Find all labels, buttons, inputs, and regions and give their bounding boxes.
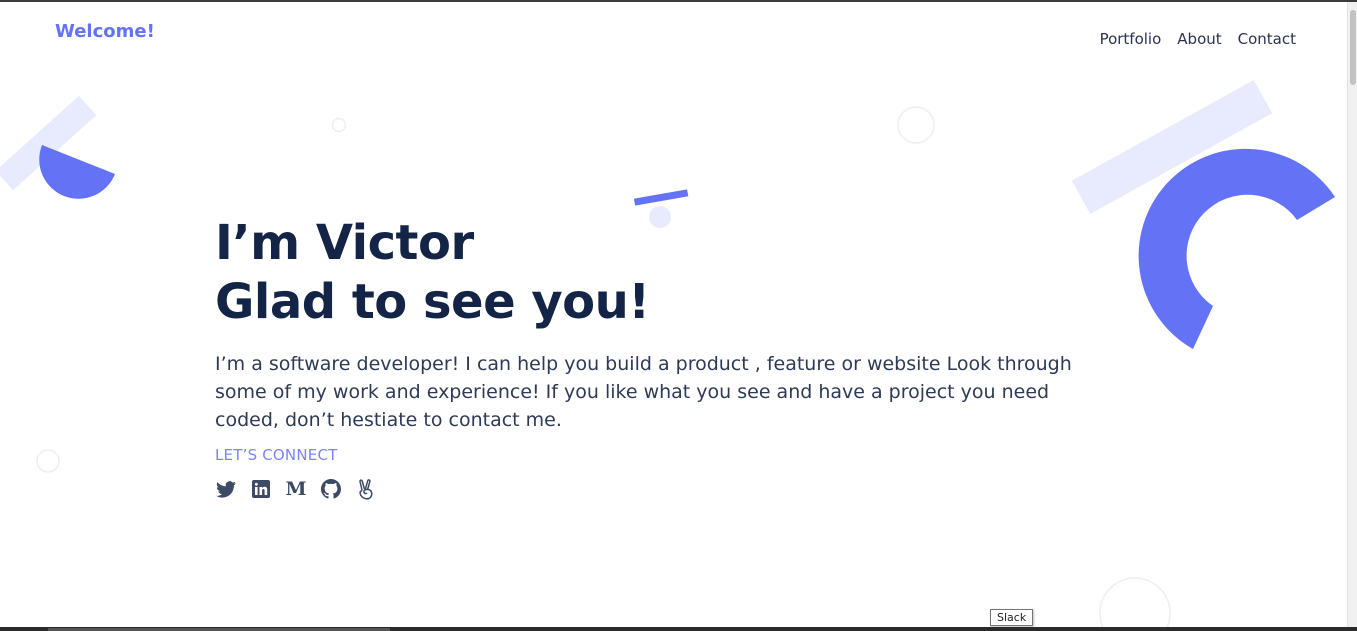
deco-ring-bottom (1099, 577, 1171, 631)
twitter-icon (216, 480, 236, 498)
social-links: M (215, 478, 1115, 500)
linkedin-icon (252, 480, 270, 498)
angellist-link[interactable] (355, 478, 377, 500)
github-icon (321, 479, 341, 499)
nav-link-contact[interactable]: Contact (1238, 30, 1296, 48)
angellist-icon (359, 478, 373, 500)
vertical-scrollbar[interactable] (1347, 2, 1357, 631)
hero-description: I’m a software developer! I can help you… (215, 353, 1072, 431)
browser-viewport: Welcome! Portfolio About Contact I’m Vic… (0, 0, 1357, 631)
medium-link[interactable]: M (285, 478, 307, 500)
deco-ring-left (36, 449, 60, 473)
deco-ring-mid (897, 106, 935, 144)
hero-heading: I’m Victor Glad to see you! (215, 214, 1115, 332)
deco-half-circle (39, 145, 115, 199)
github-link[interactable] (320, 478, 342, 500)
hero-title-line2: Glad to see you! (215, 274, 650, 330)
hero-title-line1: I’m Victor (215, 215, 474, 271)
nav-link-portfolio[interactable]: Portfolio (1100, 30, 1162, 48)
slack-tooltip: Slack (990, 609, 1034, 626)
brand-logo[interactable]: Welcome! (55, 21, 155, 42)
medium-icon: M (285, 477, 307, 500)
deco-c-arc (1138, 148, 1335, 349)
scrollbar-thumb[interactable] (1350, 10, 1356, 85)
lets-connect-link[interactable]: LET’S CONNECT (215, 446, 338, 464)
twitter-link[interactable] (215, 478, 237, 500)
hero-section: I’m Victor Glad to see you! I’m a softwa… (215, 214, 1115, 500)
deco-blue-bar (633, 189, 689, 206)
linkedin-link[interactable] (250, 478, 272, 500)
nav-link-about[interactable]: About (1177, 30, 1221, 48)
main-nav: Portfolio About Contact (1100, 30, 1296, 48)
deco-ring-small (331, 117, 347, 133)
